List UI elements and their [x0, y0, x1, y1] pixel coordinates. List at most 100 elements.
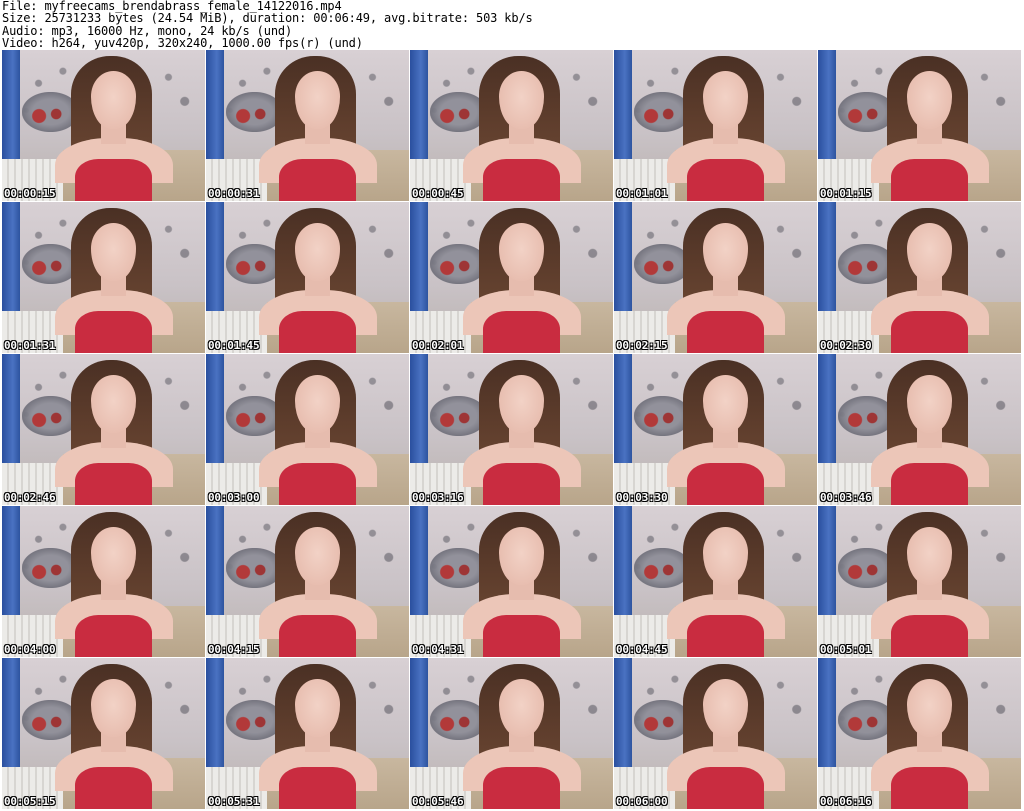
video-frame-thumbnail: 00:03:16	[410, 354, 613, 505]
person-face	[295, 375, 340, 433]
red-tank-top	[279, 158, 357, 201]
blue-curtain	[2, 506, 21, 624]
blue-curtain	[614, 658, 633, 776]
red-tank-top	[687, 614, 765, 657]
blue-curtain	[410, 506, 429, 624]
video-frame-thumbnail: 00:06:00	[614, 658, 817, 809]
person-face	[91, 375, 136, 433]
video-frame-thumbnail: 00:05:46	[410, 658, 613, 809]
person-face	[499, 223, 544, 281]
video-frame-thumbnail: 00:04:45	[614, 506, 817, 657]
blue-curtain	[410, 658, 429, 776]
person-face	[907, 223, 952, 281]
red-tank-top	[483, 614, 561, 657]
blue-curtain	[818, 202, 837, 320]
video-frame-thumbnail: 00:04:31	[410, 506, 613, 657]
red-tank-top	[279, 766, 357, 809]
person-face	[91, 679, 136, 737]
person-face	[499, 527, 544, 585]
red-tank-top	[891, 310, 969, 353]
video-frame-thumbnail: 00:01:15	[818, 50, 1021, 201]
person-face	[499, 375, 544, 433]
frame-timestamp: 00:06:00	[616, 795, 668, 808]
video-frame-thumbnail: 00:03:00	[206, 354, 409, 505]
frame-timestamp: 00:01:45	[208, 339, 260, 352]
video-frame-thumbnail: 00:00:45	[410, 50, 613, 201]
red-tank-top	[279, 310, 357, 353]
file-info-header: File: myfreecams_brendabrass_female_1412…	[2, 0, 1022, 50]
frame-timestamp: 00:03:16	[412, 491, 464, 504]
video-frame-thumbnail: 00:00:31	[206, 50, 409, 201]
frame-timestamp: 00:05:31	[208, 795, 260, 808]
red-tank-top	[483, 310, 561, 353]
video-frame-thumbnail: 00:04:15	[206, 506, 409, 657]
video-frame-thumbnail: 00:01:31	[2, 202, 205, 353]
frame-timestamp: 00:00:45	[412, 187, 464, 200]
person-face	[91, 223, 136, 281]
blue-curtain	[818, 354, 837, 472]
red-tank-top	[75, 158, 153, 201]
frame-timestamp: 00:00:15	[4, 187, 56, 200]
video-frame-thumbnail: 00:02:30	[818, 202, 1021, 353]
video-frame-thumbnail: 00:04:00	[2, 506, 205, 657]
person-face	[907, 527, 952, 585]
person-face	[907, 71, 952, 129]
red-tank-top	[891, 614, 969, 657]
blue-curtain	[2, 202, 21, 320]
person-face	[703, 375, 748, 433]
red-tank-top	[687, 310, 765, 353]
red-tank-top	[891, 462, 969, 505]
frame-timestamp: 00:05:01	[820, 643, 872, 656]
file-size-line: Size: 25731233 bytes (24.54 MiB), durati…	[2, 11, 533, 26]
video-frame-thumbnail: 00:02:46	[2, 354, 205, 505]
blue-curtain	[206, 658, 225, 776]
frame-timestamp: 00:06:16	[820, 795, 872, 808]
frame-timestamp: 00:03:46	[820, 491, 872, 504]
blue-curtain	[818, 50, 837, 168]
video-frame-thumbnail: 00:00:15	[2, 50, 205, 201]
red-tank-top	[483, 462, 561, 505]
video-info-line: Video: h264, yuv420p, 320x240, 1000.00 f…	[2, 36, 363, 51]
video-frame-thumbnail: 00:02:15	[614, 202, 817, 353]
red-tank-top	[483, 158, 561, 201]
person-face	[91, 71, 136, 129]
blue-curtain	[818, 658, 837, 776]
video-frame-thumbnail: 00:02:01	[410, 202, 613, 353]
blue-curtain	[614, 506, 633, 624]
person-face	[703, 223, 748, 281]
blue-curtain	[410, 202, 429, 320]
red-tank-top	[279, 462, 357, 505]
video-frame-thumbnail: 00:03:30	[614, 354, 817, 505]
blue-curtain	[410, 354, 429, 472]
red-tank-top	[891, 158, 969, 201]
frame-timestamp: 00:05:15	[4, 795, 56, 808]
person-face	[703, 679, 748, 737]
frame-timestamp: 00:02:30	[820, 339, 872, 352]
frame-timestamp: 00:03:30	[616, 491, 668, 504]
red-tank-top	[687, 158, 765, 201]
person-face	[907, 679, 952, 737]
person-face	[295, 71, 340, 129]
red-tank-top	[279, 614, 357, 657]
frame-timestamp: 00:05:46	[412, 795, 464, 808]
red-tank-top	[687, 766, 765, 809]
blue-curtain	[2, 354, 21, 472]
person-face	[295, 679, 340, 737]
red-tank-top	[891, 766, 969, 809]
blue-curtain	[2, 658, 21, 776]
red-tank-top	[75, 614, 153, 657]
frame-timestamp: 00:02:46	[4, 491, 56, 504]
person-face	[91, 527, 136, 585]
person-face	[499, 679, 544, 737]
person-face	[907, 375, 952, 433]
video-frame-thumbnail: 00:01:01	[614, 50, 817, 201]
video-frame-thumbnail: 00:06:16	[818, 658, 1021, 809]
red-tank-top	[75, 766, 153, 809]
video-frame-thumbnail: 00:05:31	[206, 658, 409, 809]
video-frame-thumbnail: 00:05:15	[2, 658, 205, 809]
frame-timestamp: 00:01:01	[616, 187, 668, 200]
blue-curtain	[206, 202, 225, 320]
red-tank-top	[483, 766, 561, 809]
blue-curtain	[410, 50, 429, 168]
blue-curtain	[614, 50, 633, 168]
